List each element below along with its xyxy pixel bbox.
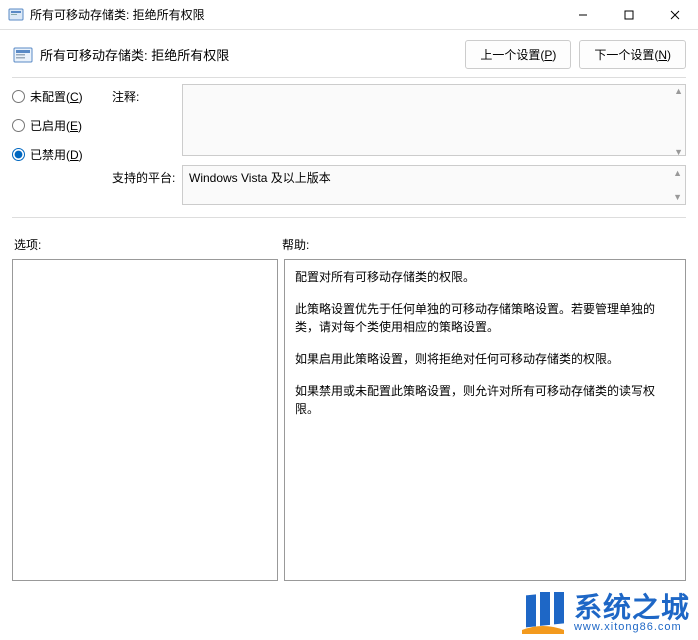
window-title: 所有可移动存储类: 拒绝所有权限 xyxy=(30,6,560,23)
previous-setting-button[interactable]: 上一个设置(P) xyxy=(465,40,571,69)
scroll-up-icon: ▲ xyxy=(674,86,683,96)
watermark-logo-icon xyxy=(520,592,566,634)
watermark-text-url: www.xitong86.com xyxy=(574,622,690,633)
radio-enabled-input[interactable] xyxy=(12,119,25,132)
radio-not-configured[interactable]: 未配置(C) xyxy=(12,88,112,105)
app-icon xyxy=(8,7,24,23)
radio-enabled[interactable]: 已启用(E) xyxy=(12,117,112,134)
radio-disabled-input[interactable] xyxy=(12,148,25,161)
supported-platform-text: Windows Vista 及以上版本 xyxy=(189,171,331,185)
platform-label: 支持的平台: xyxy=(112,165,182,205)
help-paragraph: 配置对所有可移动存储类的权限。 xyxy=(295,268,675,286)
divider xyxy=(12,217,686,218)
divider xyxy=(12,77,686,78)
scroll-down-icon: ▼ xyxy=(673,192,682,202)
next-setting-button[interactable]: 下一个设置(N) xyxy=(579,40,686,69)
scroll-down-icon: ▼ xyxy=(674,147,683,157)
help-label: 帮助: xyxy=(282,236,309,253)
supported-platform-box: Windows Vista 及以上版本 ▲ ▼ xyxy=(182,165,686,205)
watermark-text-cn: 系统之城 xyxy=(574,594,690,622)
radio-disabled-label: 已禁用(D) xyxy=(30,146,83,163)
window-titlebar: 所有可移动存储类: 拒绝所有权限 xyxy=(0,0,698,30)
window-controls xyxy=(560,0,698,30)
minimize-button[interactable] xyxy=(560,0,606,30)
policy-title: 所有可移动存储类: 拒绝所有权限 xyxy=(40,45,465,64)
options-pane xyxy=(12,259,278,581)
watermark: 系统之城 www.xitong86.com xyxy=(520,592,690,634)
scroll-up-icon: ▲ xyxy=(673,168,682,178)
maximize-button[interactable] xyxy=(606,0,652,30)
comment-label: 注释: xyxy=(112,84,182,159)
options-label: 选项: xyxy=(14,236,282,253)
help-paragraph: 此策略设置优先于任何单独的可移动存储策略设置。若要管理单独的类，请对每个类使用相… xyxy=(295,300,675,336)
radio-enabled-label: 已启用(E) xyxy=(30,117,82,134)
help-pane: 配置对所有可移动存储类的权限。 此策略设置优先于任何单独的可移动存储策略设置。若… xyxy=(284,259,686,581)
comment-textarea[interactable] xyxy=(182,84,686,156)
radio-disabled[interactable]: 已禁用(D) xyxy=(12,146,112,163)
close-button[interactable] xyxy=(652,0,698,30)
policy-icon xyxy=(12,44,34,66)
help-paragraph: 如果禁用或未配置此策略设置，则允许对所有可移动存储类的读写权限。 xyxy=(295,382,675,418)
help-paragraph: 如果启用此策略设置，则将拒绝对任何可移动存储类的权限。 xyxy=(295,350,675,368)
radio-not-configured-input[interactable] xyxy=(12,90,25,103)
radio-not-configured-label: 未配置(C) xyxy=(30,88,83,105)
